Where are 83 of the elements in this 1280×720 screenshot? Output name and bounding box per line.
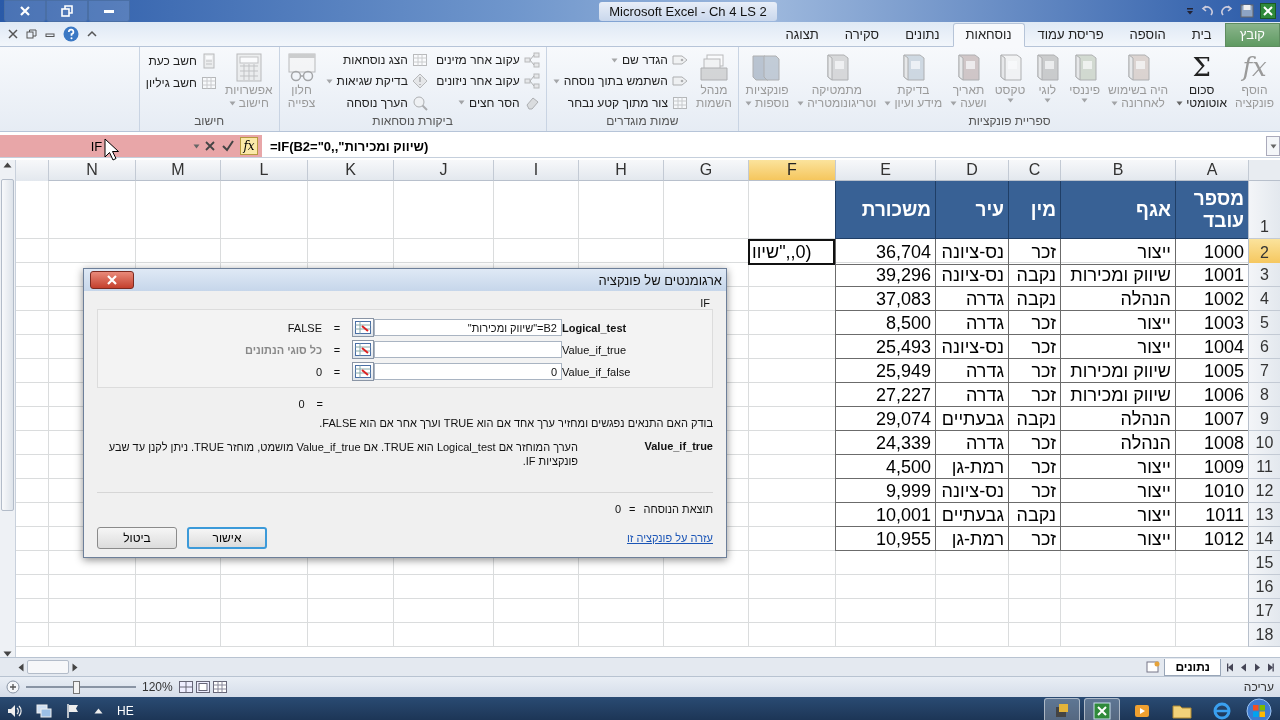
row-header[interactable]: 1 <box>1248 181 1280 239</box>
argument-field[interactable]: B2="שיווק ומכירות" <box>374 319 562 336</box>
row-header[interactable]: 15 <box>1248 551 1280 575</box>
column-header[interactable]: C <box>1008 160 1060 181</box>
ribbon-tab[interactable]: בית <box>1178 23 1225 47</box>
table-header-cell: משכורת <box>835 181 935 239</box>
argument-help-text: הערך המוחזר אם Logical_test הוא TRUE. אם Value_if_true מושמט, מוחזר TRUE. ניתן לקנן עד שבע פונקציות IF. <box>107 440 578 469</box>
equals-sign: = <box>332 321 342 334</box>
column-header[interactable]: B <box>1060 160 1175 181</box>
row-header[interactable]: 3 <box>1248 263 1280 287</box>
window-title: Microsoft Excel - Ch 4 LS 2 <box>599 1 777 21</box>
help-link[interactable]: עזרה על פונקציה זו <box>627 532 713 544</box>
column-header[interactable]: A <box>1175 160 1248 181</box>
sum-icon: Σ <box>1192 52 1211 82</box>
row-header[interactable]: 7 <box>1248 359 1280 383</box>
group-label: ביקורת נוסחאות <box>371 113 454 129</box>
function-description: בודק האם התנאים נפגשים ומחזיר ערך אחד אם הוא TRUE וערך אחר אם הוא FALSE. <box>318 416 713 430</box>
table-header-cell: מין <box>1008 181 1060 239</box>
argument-label: Value_if_false <box>562 365 632 378</box>
sheet-tab[interactable]: נתונים <box>1164 658 1221 676</box>
ribbon-tab[interactable]: פריסת עמוד <box>1024 23 1117 47</box>
insert-function-button[interactable]: fx <box>240 137 258 155</box>
column-header[interactable]: L <box>220 160 307 181</box>
language-indicator[interactable]: HE <box>117 704 134 718</box>
column-header[interactable]: D <box>935 160 1008 181</box>
row-header[interactable]: 11 <box>1248 455 1280 479</box>
row-header[interactable]: 9 <box>1248 407 1280 431</box>
dialog-button[interactable]: ביטול <box>97 527 177 549</box>
ribbon-tab[interactable]: סקירה <box>831 23 893 47</box>
row-header[interactable]: 2 <box>1248 239 1280 265</box>
column-header[interactable]: I <box>493 160 578 181</box>
argument-label: Logical_test <box>562 321 628 334</box>
argument-label: Value_if_true <box>562 343 627 356</box>
ribbon-tab[interactable]: תצוגה <box>772 23 832 47</box>
dialog-button[interactable]: אישור <box>187 527 267 549</box>
argument-field[interactable]: 0 <box>374 363 562 380</box>
column-header[interactable]: K <box>307 160 393 181</box>
formula-result-label: תוצאת הנוסחה <box>643 503 713 517</box>
function-name: IF <box>700 297 710 309</box>
row-header[interactable]: 4 <box>1248 287 1280 311</box>
equals-sign: = <box>629 503 636 517</box>
column-header[interactable]: F <box>748 160 835 181</box>
row-header[interactable]: 6 <box>1248 335 1280 359</box>
argument-help-label: Value_if_true <box>643 440 713 454</box>
group-label: חישוב <box>193 113 226 129</box>
equals-sign: = <box>332 343 342 356</box>
row-header[interactable]: 13 <box>1248 503 1280 527</box>
row-header[interactable]: 14 <box>1248 527 1280 551</box>
table-header-cell: עיר <box>935 181 1008 239</box>
column-header[interactable]: N <box>48 160 135 181</box>
row-header[interactable]: 5 <box>1248 311 1280 335</box>
cell-edit-field[interactable]: (0,,"שיוו <box>748 239 835 265</box>
column-header[interactable]: G <box>663 160 748 181</box>
row-header[interactable]: 8 <box>1248 383 1280 407</box>
argument-result: כל סוגי הנתונים <box>244 343 323 356</box>
group-label: ספריית פונקציות <box>967 113 1052 129</box>
column-header[interactable]: J <box>393 160 493 181</box>
argument-result: FALSE <box>286 321 323 334</box>
dialog-title: ארגומנטים של פונקציה <box>598 272 722 288</box>
column-header[interactable]: M <box>135 160 220 181</box>
row-header[interactable]: 12 <box>1248 479 1280 503</box>
formula-result: 0 <box>615 503 622 517</box>
equals-sign: = <box>316 398 323 412</box>
group-label: שמות מוגדרים <box>605 113 680 129</box>
column-header[interactable]: H <box>578 160 663 181</box>
status-mode: עריכה <box>1243 680 1274 694</box>
ribbon-tab[interactable]: נוסחאות <box>952 23 1025 47</box>
table-header-cell: מספר עובד <box>1175 181 1248 239</box>
row-header[interactable]: 16 <box>1248 575 1280 599</box>
row-header[interactable]: 10 <box>1248 431 1280 455</box>
row-header[interactable]: 17 <box>1248 599 1280 623</box>
ribbon-tab[interactable]: הוספה <box>1116 23 1179 47</box>
formula-field[interactable]: =IF(B2="שיווק ומכירות",,0) <box>262 138 1266 154</box>
name-box[interactable]: IF <box>0 135 200 157</box>
ribbon-tab[interactable]: נתונים <box>892 23 953 47</box>
column-header[interactable]: E <box>835 160 935 181</box>
zoom-level: 120% <box>142 680 173 694</box>
function-icon: fx <box>1242 52 1267 82</box>
table-header-cell: אגף <box>1060 181 1175 239</box>
preview-result: 0 <box>298 398 305 412</box>
argument-result: 0 <box>314 365 323 378</box>
equals-sign: = <box>332 365 342 378</box>
row-header[interactable]: 18 <box>1248 623 1280 647</box>
